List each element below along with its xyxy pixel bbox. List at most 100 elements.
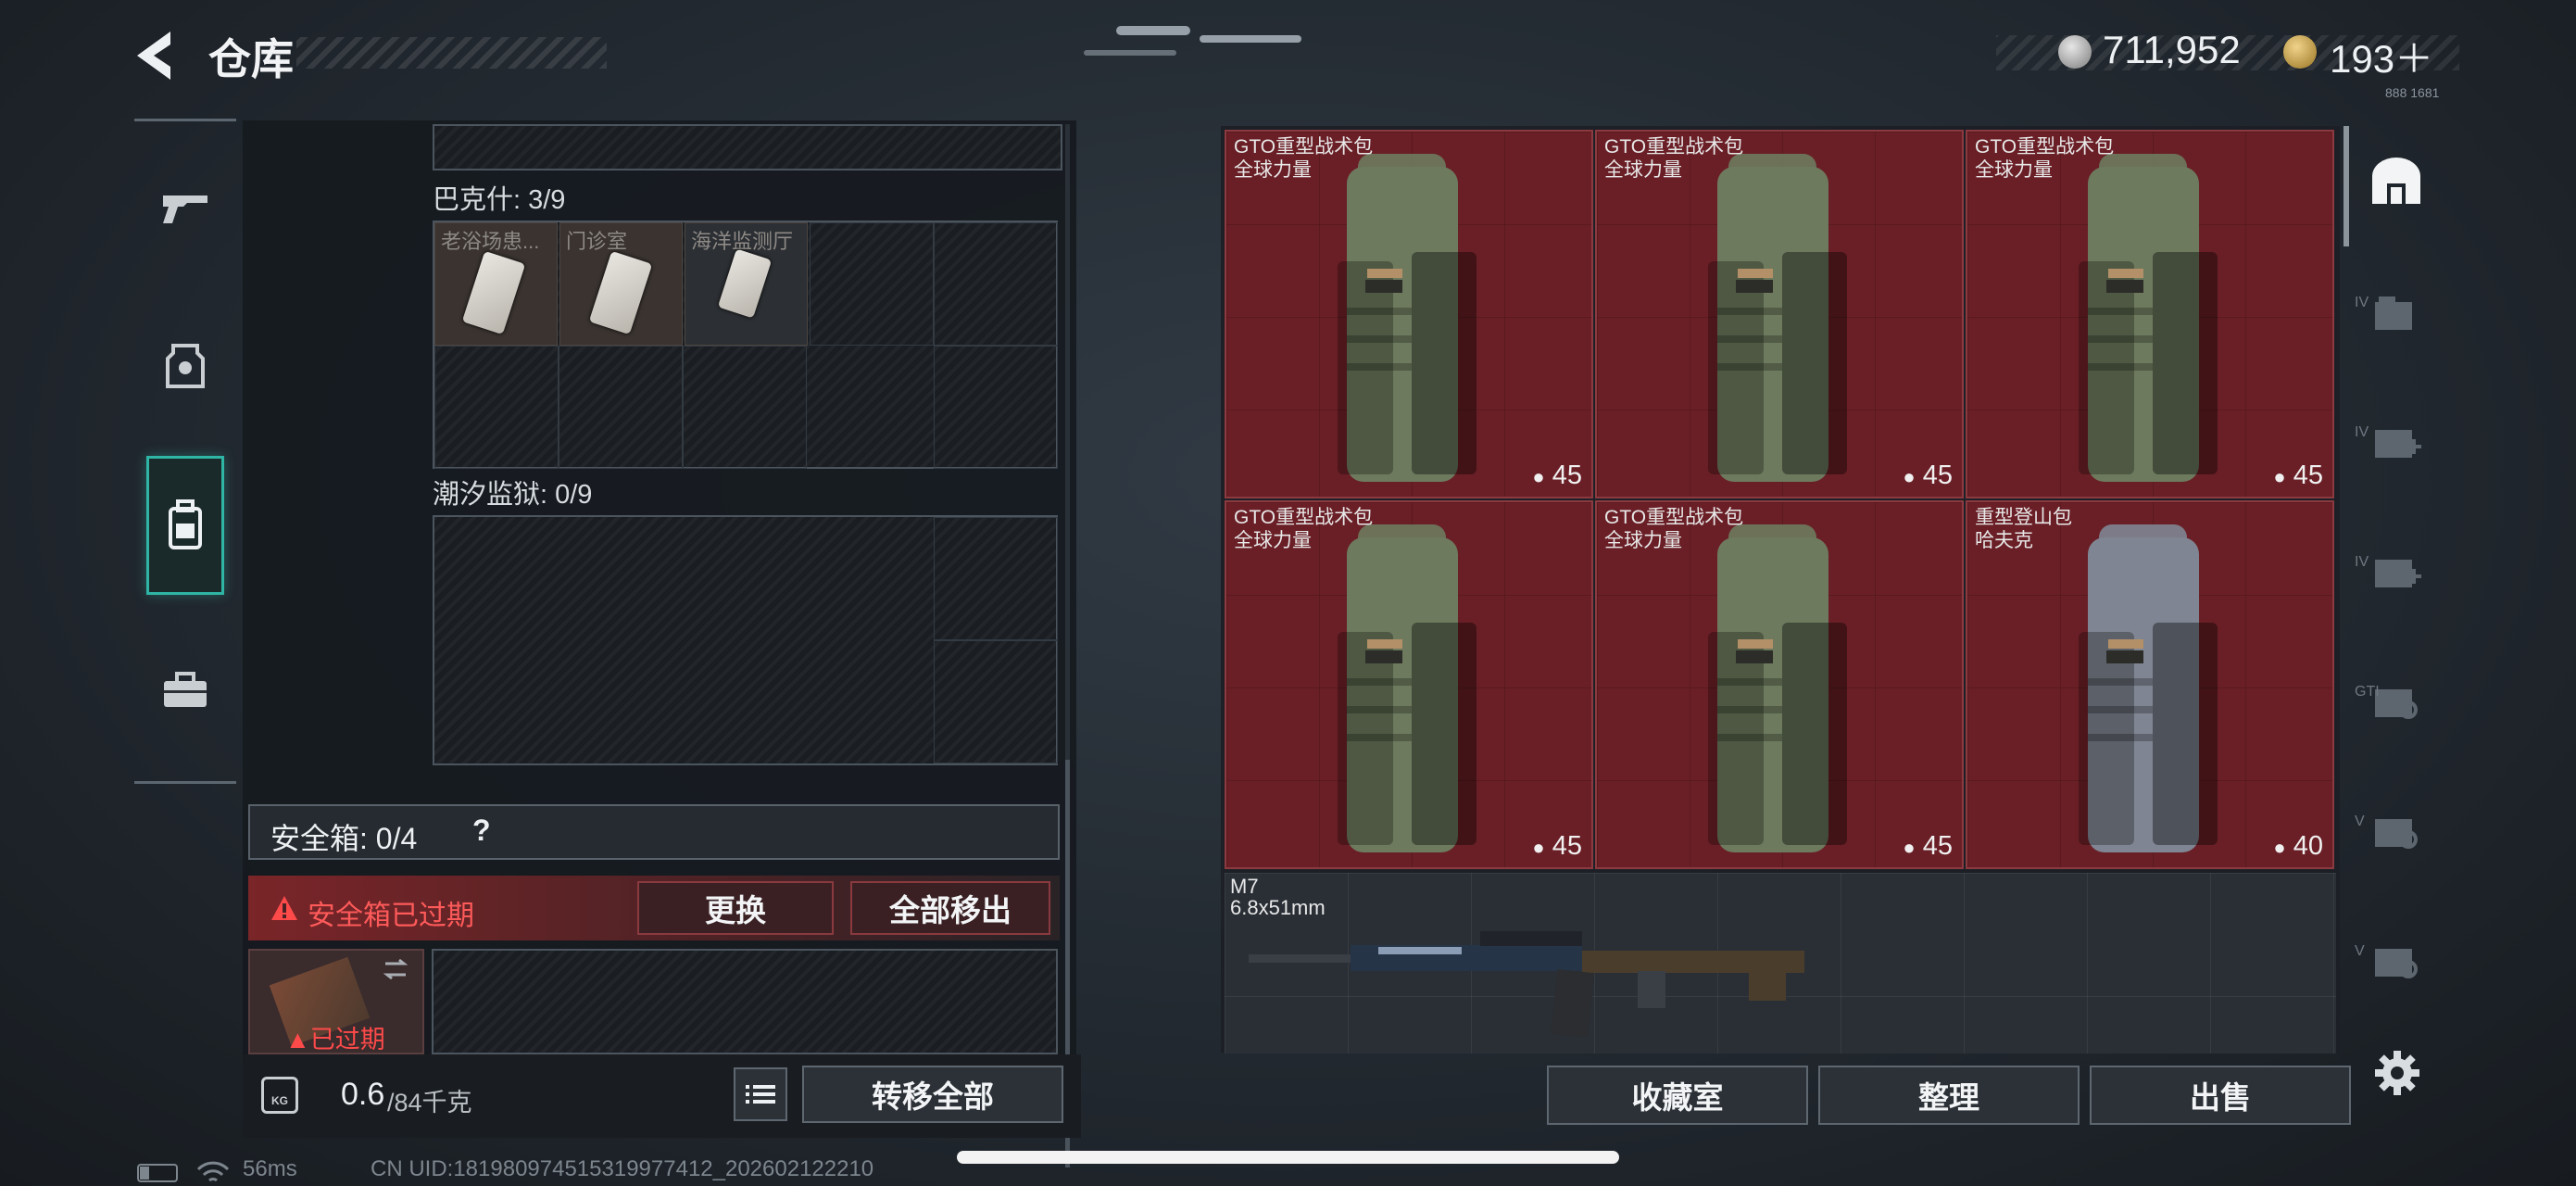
keycard-icon: [461, 250, 526, 335]
tool-filter-6[interactable]: V: [2351, 904, 2441, 1016]
tool-label: IV: [2355, 424, 2369, 440]
tool-filter-3[interactable]: IV: [2351, 515, 2441, 626]
inventory-item[interactable]: 重型登山包 哈夫克 ● 40: [1966, 500, 2334, 869]
item-name-block: 重型登山包 哈夫克: [1975, 506, 2072, 552]
stash-item[interactable]: 老浴场患...: [434, 222, 558, 346]
item-brand: 全球力量: [1975, 159, 2053, 181]
item-brand: 哈夫克: [1975, 530, 2033, 551]
title-decoration: [296, 37, 607, 69]
item-name-block: GTO重型战术包 全球力量: [1975, 135, 2114, 182]
item-name: 重型登山包: [1975, 507, 2072, 528]
capacity-icon: ●: [2273, 465, 2286, 488]
expired-badge-text: 已过期: [309, 1026, 385, 1054]
stash-item[interactable]: 海洋监测厅: [685, 222, 808, 346]
backpack-item-icon: [1338, 524, 1476, 852]
capacity-icon: ●: [1903, 465, 1916, 488]
item-name: GTO重型战术包: [1604, 136, 1744, 158]
inventory-item[interactable]: GTO重型战术包 全球力量 ● 45: [1595, 500, 1964, 869]
empty-cell: [434, 346, 559, 469]
tool-filter-5[interactable]: V: [2351, 775, 2441, 886]
gun-item[interactable]: M7 6.8x51mm: [1225, 873, 2336, 1054]
inventory-scrollbar[interactable]: [2344, 126, 2349, 246]
filter-toolbar: IV IV IV GTI V V: [2351, 126, 2441, 1053]
section-title: 巴克什: 3/9: [433, 185, 566, 215]
empty-cell: [559, 346, 683, 469]
gold-currency[interactable]: 193＋: [2330, 28, 2433, 84]
transfer-all-button[interactable]: 转移全部: [802, 1066, 1063, 1123]
backpack-item-icon: [1708, 154, 1847, 482]
item-capacity: ● 45: [1903, 461, 1953, 491]
medkit-plus-icon: [2374, 560, 2421, 587]
inventory-item[interactable]: GTO重型战术包 全球力量 ● 45: [1595, 130, 1964, 498]
capacity-icon: ●: [1532, 465, 1545, 488]
weight-icon: KG: [261, 1077, 298, 1114]
item-brand: 全球力量: [1234, 159, 1312, 181]
item-name: GTO重型战术包: [1975, 136, 2115, 158]
tool-filter-4[interactable]: GTI: [2351, 645, 2441, 756]
inventory-item[interactable]: GTO重型战术包 全球力量 ● 45: [1225, 500, 1593, 869]
nav-weapons[interactable]: [146, 139, 224, 278]
uid-text: CN UID:181980974515319977412_20260212221…: [371, 1156, 874, 1181]
list-view-button[interactable]: [734, 1067, 787, 1121]
nav-toolbox[interactable]: [146, 621, 224, 760]
home-indicator[interactable]: [957, 1151, 1619, 1164]
keycard-icon: [588, 250, 653, 335]
capacity-value: 45: [1552, 831, 1582, 861]
swap-icon[interactable]: [382, 958, 409, 980]
inventory-item[interactable]: GTO重型战术包 全球力量 ● 45: [1225, 130, 1593, 498]
medkit-plus-icon: [2374, 430, 2421, 458]
safe-box-label: 安全箱: 0/4: [270, 822, 418, 855]
item-name: GTO重型战术包: [1234, 136, 1374, 158]
empty-cell: [934, 346, 1058, 469]
capacity-icon: ●: [2273, 836, 2286, 859]
expired-text: 安全箱已过期: [308, 901, 474, 931]
tool-filter-1[interactable]: IV: [2351, 256, 2441, 367]
nav-helmet[interactable]: [146, 296, 224, 435]
item-capacity: ● 45: [1532, 831, 1582, 862]
tool-filter-2[interactable]: IV: [2351, 385, 2441, 497]
capacity-value: 45: [1552, 461, 1582, 490]
sort-button[interactable]: 整理: [1818, 1066, 2080, 1125]
settings-gear-icon[interactable]: [2371, 1047, 2423, 1099]
empty-cell: [934, 222, 1058, 346]
warning-icon: [271, 896, 297, 920]
stash-item[interactable]: 门诊室: [559, 222, 683, 346]
tiny-code: 888 1681: [2385, 85, 2440, 100]
tool-label: IV: [2355, 295, 2369, 310]
back-arrow-icon: [137, 32, 170, 80]
nav-divider: [134, 119, 236, 121]
section-title: 潮汐监狱: 0/9: [433, 480, 593, 510]
gold-coin-icon: [2283, 35, 2317, 69]
key-item-icon: [2374, 819, 2418, 849]
keycard-icon: [717, 248, 773, 319]
backpack-icon: [169, 499, 202, 549]
folder-icon: [2374, 296, 2412, 330]
item-capacity: ● 45: [2273, 461, 2323, 491]
item-brand: 全球力量: [1604, 530, 1682, 551]
scrollbar-track: [1065, 124, 1070, 760]
item-capacity: ● 40: [2273, 831, 2323, 862]
back-button[interactable]: [130, 28, 195, 83]
silver-currency: 711,952: [2103, 28, 2241, 71]
empty-cell: [934, 517, 1058, 640]
item-label: 门诊室: [566, 230, 628, 253]
empty-cell: [683, 346, 807, 469]
all-items-filter[interactable]: [2351, 126, 2441, 237]
item-brand: 全球力量: [1604, 159, 1682, 181]
stash-grid-2: [433, 515, 1058, 765]
help-icon[interactable]: ?: [472, 814, 491, 848]
nav-backpack[interactable]: [146, 456, 224, 595]
safe-box-slot[interactable]: ▲已过期: [248, 949, 424, 1054]
move-all-out-button[interactable]: 全部移出: [850, 881, 1050, 935]
sell-button[interactable]: 出售: [2090, 1066, 2351, 1125]
weight-max: /84千克: [387, 1089, 472, 1117]
inventory-item[interactable]: GTO重型战术包 全球力量 ● 45: [1966, 130, 2334, 498]
capacity-icon: ●: [1903, 836, 1916, 859]
collection-room-button[interactable]: 收藏室: [1547, 1066, 1808, 1125]
replace-button[interactable]: 更换: [637, 881, 834, 935]
capacity-icon: ●: [1532, 836, 1545, 859]
item-name: GTO重型战术包: [1234, 507, 1374, 528]
item-name-block: GTO重型战术包 全球力量: [1234, 506, 1373, 552]
item-name-block: GTO重型战术包 全球力量: [1234, 135, 1373, 182]
tool-label: IV: [2355, 554, 2369, 570]
